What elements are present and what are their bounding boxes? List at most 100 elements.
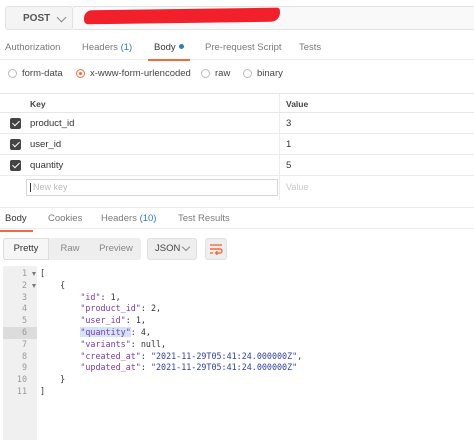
row-key[interactable]: product_id (30, 118, 74, 129)
code-line: 1 [ (0, 268, 474, 280)
response-toolbar: Pretty Raw Preview JSON (0, 237, 474, 261)
json-value: 2, (150, 303, 162, 314)
tab-count: (1) (120, 42, 133, 53)
tab-response-body[interactable]: Body (0, 213, 33, 232)
row-value[interactable]: 1 (286, 139, 291, 150)
line-number: 2 (21, 279, 27, 290)
tab-count: (10) (139, 213, 157, 224)
tab-body[interactable]: Body (148, 42, 190, 61)
redaction-mark (83, 7, 281, 25)
code-text: "updated_at": "2021-11-29T05:41:24.00000… (80, 362, 298, 373)
view-raw-button[interactable]: Raw (49, 238, 91, 260)
radio-label: binary (257, 68, 283, 79)
json-key: "id" (80, 291, 101, 302)
chevron-down-icon (181, 242, 191, 252)
table-row: user_id 1 (0, 134, 474, 155)
radio-label: form-data (22, 68, 63, 79)
code-line: 8 "created_at": "2021-11-29T05:41:24.000… (0, 351, 474, 363)
table-header: Key Value (0, 93, 474, 113)
table-row: product_id 3 (0, 113, 474, 134)
new-key-input[interactable]: New key (26, 179, 278, 196)
tab-tests[interactable]: Tests (299, 42, 321, 53)
tab-cookies[interactable]: Cookies (48, 213, 82, 224)
code-text: { (40, 279, 66, 290)
radio-raw[interactable]: raw (201, 68, 230, 79)
row-key[interactable]: user_id (30, 139, 61, 150)
method-label: POST (23, 12, 51, 24)
format-select[interactable]: JSON (147, 238, 197, 260)
row-checkbox[interactable] (10, 118, 21, 129)
new-value-input[interactable]: Value (286, 182, 308, 192)
tab-label: Pre-request Script (205, 42, 282, 53)
fold-arrow-icon[interactable] (32, 283, 36, 288)
json-value: 4, (140, 327, 151, 337)
radio-circle-icon (201, 69, 210, 78)
tab-test-results[interactable]: Test Results (178, 213, 230, 224)
code-line: 2 { (0, 280, 474, 292)
json-value: null, (140, 338, 167, 349)
tab-pre-request-script[interactable]: Pre-request Script (205, 42, 282, 53)
code-text: "user_id": 1, (80, 315, 146, 326)
tab-label: Headers (82, 42, 118, 53)
tab-label: Authorization (5, 42, 61, 53)
row-checkbox[interactable] (10, 139, 21, 150)
wrap-lines-icon (210, 244, 223, 255)
chevron-down-icon (56, 12, 67, 23)
radio-label: x-www-form-urlencoded (90, 68, 191, 79)
code-text: } (40, 374, 66, 385)
code-line: 10 } (0, 374, 474, 386)
line-number: 6 (21, 327, 27, 337)
line-number: 7 (21, 338, 27, 349)
response-code-viewer[interactable]: 1 [ 2 { 3 "id": 1, 4 "product_id": 2, 5 … (0, 266, 474, 440)
fold-arrow-icon[interactable] (32, 272, 36, 276)
json-key: "updated_at" (80, 362, 141, 373)
row-checkbox[interactable] (10, 160, 21, 171)
view-pretty-button[interactable]: Pretty (3, 238, 49, 260)
json-key: "variants" (80, 338, 131, 349)
radio-x-www-form-urlencoded[interactable]: x-www-form-urlencoded (76, 68, 191, 79)
json-key: "user_id" (80, 315, 126, 326)
method-select[interactable]: POST (5, 6, 73, 30)
radio-form-data[interactable]: form-data (8, 68, 63, 79)
tab-label: Body (5, 213, 27, 224)
wrap-lines-button[interactable] (205, 238, 227, 260)
code-text: "product_id": 2, (80, 303, 162, 314)
tab-authorization[interactable]: Authorization (5, 42, 60, 53)
table-row: quantity 5 (0, 155, 474, 176)
code-text: "created_at": "2021-11-29T05:41:24.00000… (80, 350, 303, 361)
tab-headers[interactable]: Headers (1) (82, 42, 132, 53)
radio-circle-icon (8, 69, 17, 78)
code-line: 4 "product_id": 2, (0, 303, 474, 315)
row-value[interactable]: 3 (286, 118, 291, 129)
json-key: "created_at" (80, 350, 141, 361)
line-number: 9 (21, 362, 27, 373)
tab-response-headers[interactable]: Headers (10) (101, 213, 156, 224)
request-bar: POST (0, 0, 474, 36)
body-type-options: form-data x-www-form-urlencoded raw bina… (0, 64, 474, 84)
line-number: 10 (16, 374, 27, 385)
code-line: 9 "updated_at": "2021-11-29T05:41:24.000… (0, 362, 474, 374)
json-value: "2021-11-29T05:41:24.000000Z" (150, 362, 298, 373)
json-key-selected: "quantity" (80, 327, 131, 337)
view-preview-button[interactable]: Preview (91, 238, 141, 260)
code-text: [ (40, 268, 46, 278)
new-row: New key Value (0, 176, 474, 198)
code-text: "quantity": 4, (80, 327, 151, 337)
json-value: 1, (135, 315, 146, 326)
tab-label: Test Results (178, 213, 230, 224)
json-value: 1, (110, 291, 121, 302)
code-text: ] (40, 386, 46, 396)
line-number: 3 (21, 291, 27, 302)
radio-binary[interactable]: binary (243, 68, 283, 79)
line-number: 11 (16, 386, 27, 396)
row-key[interactable]: quantity (30, 160, 63, 171)
active-dot-icon (178, 44, 184, 49)
tab-label: Body (154, 42, 176, 53)
line-number: 1 (21, 268, 27, 278)
key-column-header: Key (30, 99, 46, 109)
row-value[interactable]: 5 (286, 160, 291, 171)
json-value: "2021-11-29T05:41:24.000000Z", (150, 350, 303, 361)
url-input[interactable] (73, 6, 474, 30)
tab-label: Cookies (48, 213, 83, 224)
line-number: 5 (21, 315, 27, 326)
